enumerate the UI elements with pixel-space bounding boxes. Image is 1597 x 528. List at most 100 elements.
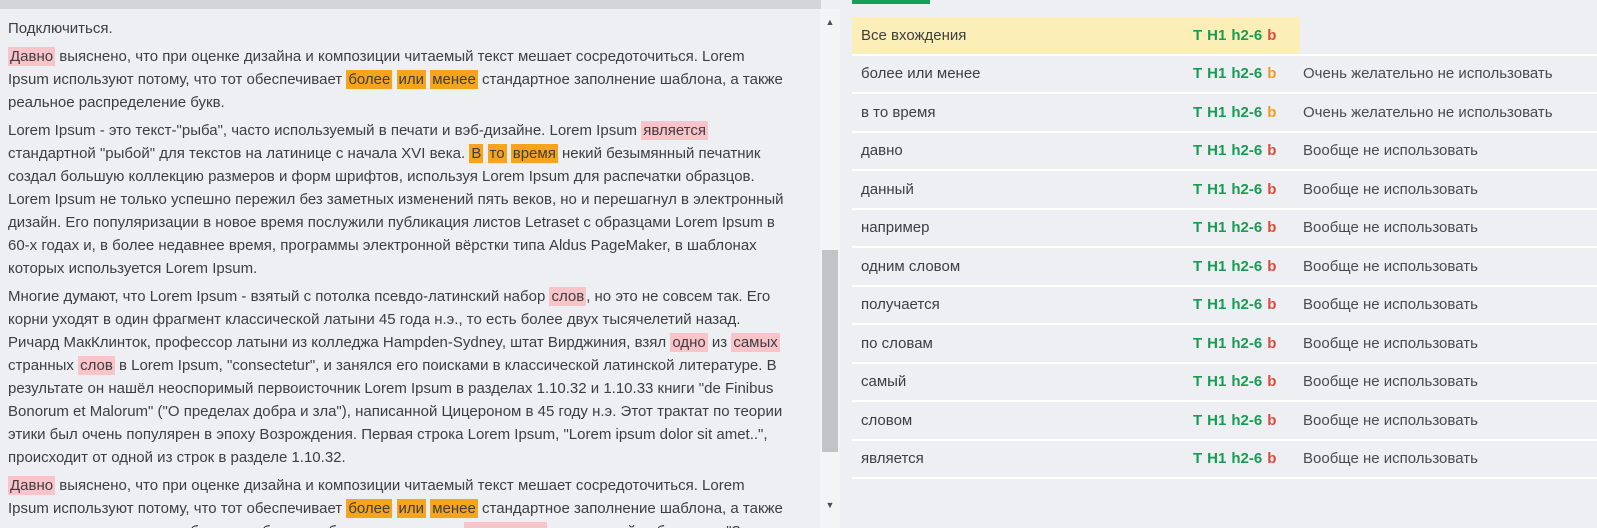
text-paragraph: Подключиться. [8,20,113,37]
tag-bold: b [1267,450,1277,468]
occurrence-row[interactable]: является T H1 h2-6 b Вообще не использовать [852,441,1597,479]
occurrence-row[interactable]: данный T H1 h2-6 b Вообще не использовать [852,171,1597,210]
occurrences-list: Все вхождения T H1 h2-6 b более или менее T H1 h… [852,17,1597,479]
row-main: данный T H1 h2-6 b [852,171,1300,208]
tag-bold: b [1267,142,1277,160]
tag-title: T [1193,411,1203,429]
occurrence-tags: T H1 h2-6 b [1193,65,1276,82]
tag-bold: b [1267,334,1277,352]
tag-h2-6: h2-6 [1231,296,1263,314]
highlighted-word: самых [731,333,780,352]
occurrence-row[interactable]: получается T H1 h2-6 b Вообще не использовать [852,287,1597,325]
tag-h1: H1 [1207,142,1227,160]
tag-title: T [1193,65,1203,83]
occurrence-tags: T H1 h2-6 b [1193,258,1276,275]
highlighted-word: более [346,70,393,89]
row-main: давно T H1 h2-6 b [852,133,1300,170]
row-main: например T H1 h2-6 b [852,210,1300,247]
highlighted-word: или [396,70,427,89]
tag-bold: b [1267,103,1277,121]
occurrence-word: самый [861,373,907,391]
highlighted-word: менее [430,70,478,89]
highlighted-word: менее [430,499,478,518]
tag-h1: H1 [1207,373,1227,391]
occurrence-row[interactable]: самый T H1 h2-6 b Вообще не использовать [852,364,1597,402]
tag-title: T [1193,450,1203,468]
tag-bold: b [1267,26,1277,44]
occurrence-tags: T H1 h2-6 b [1193,335,1276,352]
usage-advice: Вообще не использовать [1303,450,1478,468]
tag-title: T [1193,142,1203,160]
active-tab-indicator [852,0,930,4]
highlighted-word: более [346,499,393,518]
usage-advice [1300,17,1303,54]
occurrence-row[interactable]: более или менее T H1 h2-6 b Очень желательно … [852,56,1597,94]
tag-title: T [1193,103,1203,121]
occurrence-word: словом [861,411,913,429]
occurrence-row[interactable]: в то время T H1 h2-6 b Очень желательно не ис… [852,94,1597,133]
occurrence-tags: T H1 h2-6 b [1193,27,1276,44]
tag-h1: H1 [1207,257,1227,275]
occurrence-row[interactable]: например T H1 h2-6 b Вообще не использовать [852,210,1597,248]
tag-title: T [1193,296,1203,314]
occurrence-word: данный [861,180,914,198]
tag-bold: b [1267,373,1277,391]
text-paragraph: Lorem Ipsum - это текст-"рыба", часто ис… [8,121,784,277]
tag-h2-6: h2-6 [1231,103,1263,121]
usage-advice: Вообще не использовать [1303,373,1478,391]
usage-advice: Вообще не использовать [1303,334,1478,352]
scroll-down-icon[interactable]: ▼ [820,501,840,510]
tag-title: T [1193,180,1203,198]
highlighted-word: одно [670,333,708,352]
tag-bold: b [1267,296,1277,314]
occurrence-tags: T H1 h2-6 b [1193,373,1276,390]
occurrence-row[interactable]: словом T H1 h2-6 b Вообще не использовать [852,402,1597,441]
tag-h2-6: h2-6 [1231,219,1263,237]
scroll-up-icon[interactable]: ▲ [820,18,840,27]
stop-words-checker: Подключиться. Давно выяснено, что при оце… [0,0,1597,528]
usage-advice: Вообще не использовать [1303,257,1478,275]
tag-h2-6: h2-6 [1231,373,1263,391]
tag-h1: H1 [1207,26,1227,44]
highlighted-word: В [469,144,484,163]
tag-title: T [1193,257,1203,275]
scrollbar-thumb[interactable] [822,250,838,452]
text-paragraph: Многие думают, что Lorem Ipsum - взятый … [8,287,783,466]
occurrence-tags: T H1 h2-6 b [1193,412,1276,429]
row-main: Все вхождения T H1 h2-6 b [852,17,1300,54]
tag-h2-6: h2-6 [1231,180,1263,198]
occurrence-tags: T H1 h2-6 b [1193,181,1276,198]
text-paragraph: Давно выяснено, что при оценке дизайна и… [8,47,783,111]
occurrence-row[interactable]: одним словом T H1 h2-6 b Вообще не использова… [852,248,1597,287]
tag-h1: H1 [1207,334,1227,352]
occurrence-row[interactable]: по словам T H1 h2-6 b Вообще не использовать [852,325,1597,364]
tag-h1: H1 [1207,219,1227,237]
occurrence-tags: T H1 h2-6 b [1193,104,1276,121]
tag-h2-6: h2-6 [1231,65,1263,83]
occurrence-word: по словам [861,334,933,352]
occurrence-row[interactable]: давно T H1 h2-6 b Вообще не использовать [852,133,1597,171]
usage-advice: Вообще не использовать [1303,180,1478,198]
tag-title: T [1193,373,1203,391]
highlighted-word: то [487,144,507,163]
highlighted-word: время [510,144,558,163]
occurrence-word: Все вхождения [861,26,967,44]
tag-h1: H1 [1207,103,1227,121]
occurrence-row-all[interactable]: Все вхождения T H1 h2-6 b [852,17,1597,56]
usage-advice: Вообще не использовать [1303,411,1478,429]
highlighted-word: слов [549,287,587,306]
scrollbar[interactable]: ▲ ▼ [820,9,840,528]
tag-h2-6: h2-6 [1231,411,1263,429]
occurrence-tags: T H1 h2-6 b [1193,450,1276,467]
occurrence-tags: T H1 h2-6 b [1193,142,1276,159]
occurrence-word: в то время [861,103,936,121]
tag-h1: H1 [1207,180,1227,198]
tag-h2-6: h2-6 [1231,450,1263,468]
row-main: одним словом T H1 h2-6 b [852,248,1300,285]
tag-h1: H1 [1207,65,1227,83]
tag-h2-6: h2-6 [1231,142,1263,160]
source-text-panel[interactable]: Подключиться. Давно выяснено, что при оце… [0,9,820,528]
row-main: самый T H1 h2-6 b [852,364,1300,401]
highlighted-word: слов [78,356,115,375]
highlighted-word: или [396,499,427,518]
